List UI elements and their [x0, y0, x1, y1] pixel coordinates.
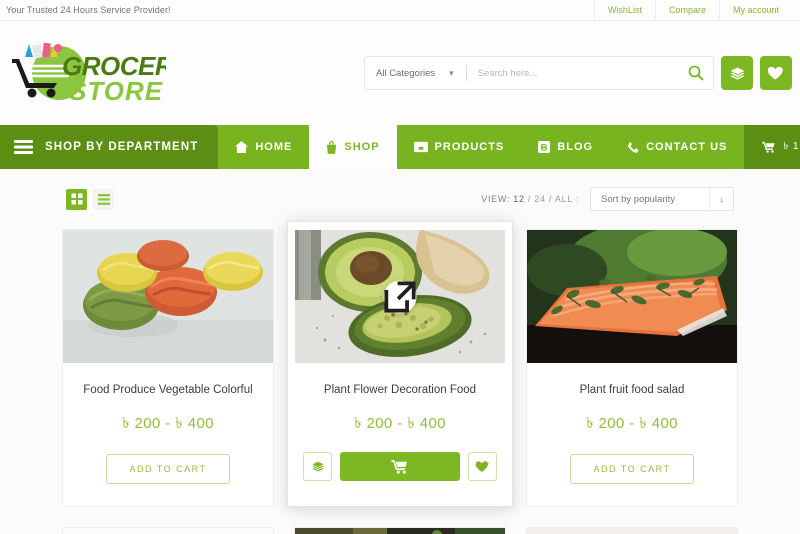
nav-item-products-label: PRODUCTS	[434, 141, 505, 153]
home-icon	[235, 141, 249, 153]
main-navigation: SHOP BY DEPARTMENT HOME SHOP PRODUCTS BL…	[0, 125, 800, 169]
product-image[interactable]	[63, 230, 273, 363]
heart-plus-icon	[767, 66, 784, 80]
add-to-cart-button[interactable]: ADD TO CART	[570, 453, 694, 484]
product-card[interactable]: Plant fruit food salad ৳ 200 - ৳ 400 ADD…	[526, 229, 738, 507]
nav-items: HOME SHOP PRODUCTS BLOG CONTACT US	[218, 125, 744, 169]
view-mode-toggles	[66, 188, 114, 210]
chevron-down-icon: ▾	[449, 67, 454, 78]
product-card[interactable]	[62, 526, 274, 534]
product-price: ৳ 200 - ৳ 400	[586, 414, 678, 432]
product-title[interactable]: Food Produce Vegetable Colorful	[81, 382, 255, 399]
category-select-label: All Categories	[376, 67, 436, 79]
cart-icon	[391, 459, 408, 474]
view-label: VIEW:	[481, 194, 511, 204]
svg-text:STORE: STORE	[69, 76, 163, 106]
nav-item-home-label: HOME	[255, 141, 293, 153]
header-right: All Categories ▾	[364, 56, 792, 90]
quick-view-button[interactable]	[383, 280, 417, 313]
nav-item-products[interactable]: PRODUCTS	[397, 125, 522, 169]
cart-summary[interactable]: ৳ 1,000 2 ITEMS ▾	[744, 125, 800, 169]
blog-icon	[538, 141, 551, 153]
wishlist-button[interactable]	[468, 451, 497, 481]
view-count-selector: VIEW: 12 / 24 / ALL :	[481, 194, 579, 204]
view-option-12[interactable]: 12	[513, 194, 524, 204]
view-option-all[interactable]: ALL	[555, 194, 573, 204]
product-title[interactable]: Plant fruit food salad	[545, 382, 719, 399]
nav-item-shop[interactable]: SHOP	[309, 125, 397, 169]
nav-item-home[interactable]: HOME	[218, 125, 309, 169]
product-card[interactable]: Plant Flower Decoration Food ৳ 200 - ৳ 4…	[287, 221, 513, 507]
header-compare-button[interactable]	[721, 56, 753, 90]
shopping-bag-icon	[326, 140, 337, 154]
product-image[interactable]	[63, 527, 273, 534]
topbar-link-my-account[interactable]: My account	[718, 0, 792, 21]
tagline: Your Trusted 24 Hours Service Provider!	[6, 5, 171, 15]
toolbar-right: VIEW: 12 / 24 / ALL : Sort by popularity…	[481, 187, 734, 211]
product-price: ৳ 200 - ৳ 400	[354, 414, 446, 432]
product-actions	[295, 451, 505, 481]
nav-item-shop-label: SHOP	[344, 141, 380, 153]
sort-value: Sort by popularity	[601, 193, 675, 205]
product-grid: Food Produce Vegetable Colorful ৳ 200 - …	[0, 221, 800, 507]
product-image[interactable]	[295, 527, 505, 534]
add-to-cart-button[interactable]: ADD TO CART	[106, 453, 230, 484]
divider	[465, 65, 467, 81]
product-title[interactable]: Plant Flower Decoration Food	[313, 382, 487, 399]
add-to-cart-button[interactable]	[340, 451, 460, 481]
nav-item-blog[interactable]: BLOG	[521, 125, 610, 169]
top-bar-links: WishList Compare My account	[593, 0, 792, 21]
cart-icon	[762, 141, 776, 153]
heart-plus-icon	[475, 460, 489, 472]
phone-icon	[627, 141, 639, 154]
grid-view-button[interactable]	[66, 188, 87, 210]
product-card[interactable]	[294, 526, 506, 534]
nav-item-blog-label: BLOG	[557, 141, 594, 153]
view-separator-2: /	[548, 194, 553, 204]
layers-icon	[311, 461, 324, 472]
product-image[interactable]	[527, 230, 737, 363]
search-bar: All Categories ▾	[364, 56, 714, 90]
layers-icon	[730, 67, 744, 80]
search-submit-button[interactable]	[679, 57, 713, 89]
shop-by-department-button[interactable]: SHOP BY DEPARTMENT	[0, 125, 219, 169]
topbar-link-wishlist[interactable]: WishList	[593, 0, 655, 21]
nav-item-contact-us-label: CONTACT US	[646, 141, 728, 153]
product-card[interactable]	[526, 526, 738, 534]
nav-item-contact-us[interactable]: CONTACT US	[610, 125, 744, 169]
external-link-icon	[384, 280, 416, 313]
product-price: ৳ 200 - ৳ 400	[122, 414, 214, 432]
store-icon	[413, 141, 428, 153]
hamburger-icon	[14, 140, 33, 154]
list-view-button[interactable]	[93, 188, 114, 210]
list-icon	[97, 193, 110, 205]
view-option-24[interactable]: 24	[534, 194, 545, 204]
shop-by-department-label: SHOP BY DEPARTMENT	[45, 141, 199, 153]
sort-dropdown[interactable]: Sort by popularity ↓	[590, 187, 734, 211]
search-input[interactable]	[477, 67, 679, 79]
top-bar: Your Trusted 24 Hours Service Provider! …	[0, 0, 800, 21]
header-wishlist-button[interactable]	[760, 56, 792, 90]
arrow-down-icon[interactable]: ↓	[709, 188, 733, 210]
site-logo[interactable]: GROCERY STORE	[6, 37, 166, 109]
product-card[interactable]: Food Produce Vegetable Colorful ৳ 200 - …	[62, 229, 274, 507]
site-header: GROCERY STORE All Categories ▾	[0, 21, 800, 125]
product-grid-row-2	[0, 526, 800, 534]
product-image[interactable]	[527, 527, 737, 534]
grid-icon	[71, 193, 82, 205]
cart-amount: ৳ 1,000	[783, 140, 800, 152]
compare-button[interactable]	[303, 451, 332, 481]
category-select[interactable]: All Categories ▾	[376, 68, 454, 79]
view-separator-1: /	[527, 194, 532, 204]
catalog-toolbar: VIEW: 12 / 24 / ALL : Sort by popularity…	[0, 169, 800, 229]
search-icon	[688, 65, 704, 81]
view-suffix: :	[575, 194, 580, 204]
topbar-link-compare[interactable]: Compare	[654, 0, 719, 21]
product-image[interactable]	[295, 230, 505, 363]
